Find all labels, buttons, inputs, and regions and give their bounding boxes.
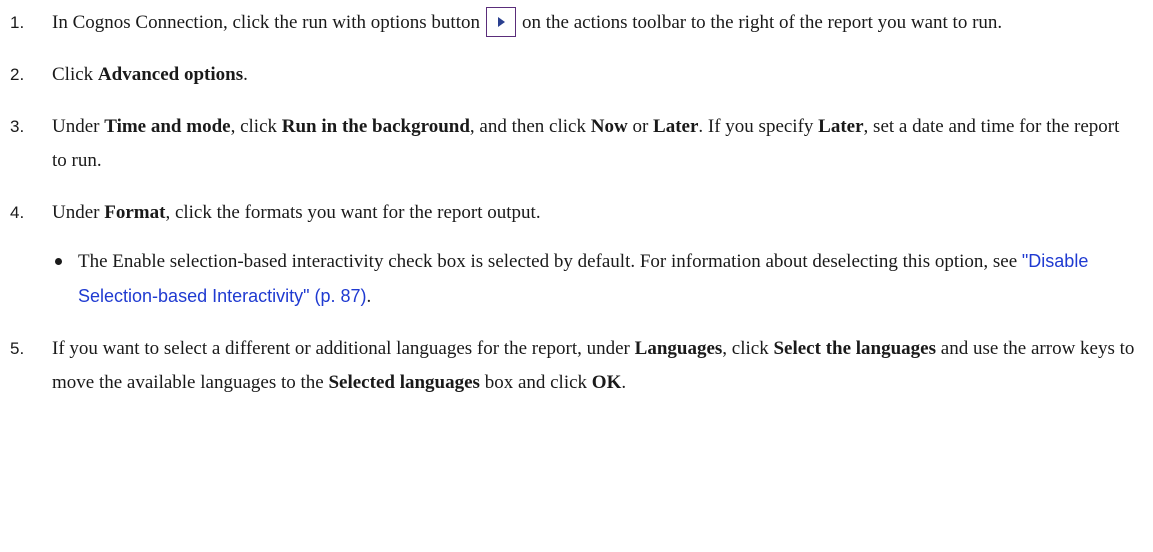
step-text: box and click xyxy=(479,372,592,393)
step-number: 4. xyxy=(10,203,25,222)
step-text: . If you specify xyxy=(698,116,819,137)
ui-term: Languages xyxy=(634,338,723,359)
ui-term: Select the languages xyxy=(773,338,937,359)
bullet-dot-icon xyxy=(55,258,62,265)
ui-term: Selected languages xyxy=(328,372,480,393)
step-text: , and then click xyxy=(469,116,591,137)
step-1: 1. In Cognos Connection, click the run w… xyxy=(10,0,1135,40)
step-text: . xyxy=(243,64,248,85)
ui-term: Later xyxy=(818,116,864,137)
document-page: 1. In Cognos Connection, click the run w… xyxy=(0,0,1153,552)
step-text: Under xyxy=(52,116,105,137)
step-4: 4. Under Format, click the formats you w… xyxy=(10,196,1135,314)
procedure-steps: 1. In Cognos Connection, click the run w… xyxy=(10,0,1135,418)
step-2: 2. Click Advanced options. xyxy=(10,58,1135,92)
ui-term: Advanced options xyxy=(97,64,244,85)
step-text: Click xyxy=(52,64,98,85)
ui-term: OK xyxy=(591,372,622,393)
step-text: In Cognos Connection, click the run with… xyxy=(52,12,480,33)
step-text: If you want to select a different or add… xyxy=(52,338,635,359)
step-4-bullets: The Enable selection-based interactivity… xyxy=(52,244,1135,314)
step-number: 1. xyxy=(10,13,25,32)
step-text: Under xyxy=(52,202,105,223)
step-number: 5. xyxy=(10,339,25,358)
step-number: 3. xyxy=(10,117,25,136)
ui-term: Now xyxy=(590,116,628,137)
bullet-text: The Enable selection-based interactivity… xyxy=(78,251,1022,272)
bullet-item: The Enable selection-based interactivity… xyxy=(52,244,1135,314)
step-text: , click xyxy=(722,338,774,359)
ui-term: Time and mode xyxy=(104,116,231,137)
ui-term: Format xyxy=(104,202,166,223)
step-text: on the actions toolbar to the right of t… xyxy=(522,12,1003,33)
ui-term: Later xyxy=(653,116,699,137)
step-number: 2. xyxy=(10,65,25,84)
step-text: or xyxy=(627,116,654,137)
run-with-options-button[interactable] xyxy=(486,6,516,37)
run-with-options-icon xyxy=(498,16,505,27)
ui-term: Run in the background xyxy=(281,116,470,137)
step-text: , click the formats you want for the rep… xyxy=(165,202,541,223)
step-text: , click xyxy=(230,116,282,137)
bullet-text: . xyxy=(366,286,372,307)
step-3: 3. Under Time and mode, click Run in the… xyxy=(10,110,1135,178)
step-text: . xyxy=(621,372,627,393)
step-5: 5. If you want to select a different or … xyxy=(10,332,1135,400)
